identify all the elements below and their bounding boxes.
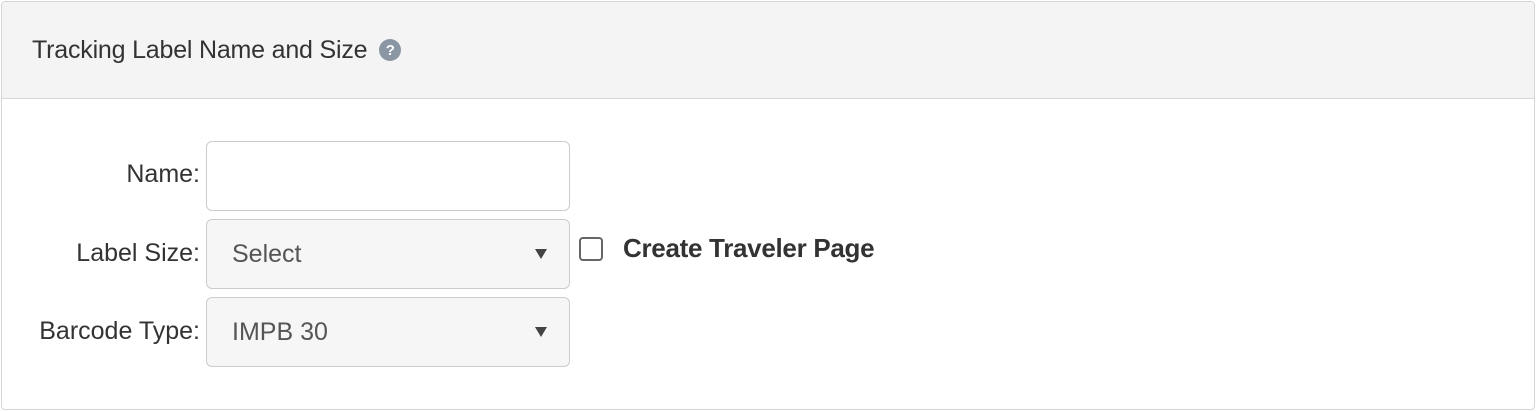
panel-header: Tracking Label Name and Size ? [2, 2, 1534, 99]
label-size-selected-value: Select [232, 239, 302, 268]
chevron-down-icon [535, 249, 547, 259]
create-traveler-page-label[interactable]: Create Traveler Page [623, 233, 875, 264]
barcode-type-select[interactable]: IMPB 30 [206, 297, 570, 367]
create-traveler-page-checkbox[interactable] [579, 237, 603, 261]
name-input[interactable] [206, 141, 570, 211]
question-circle-icon[interactable]: ? [379, 39, 402, 61]
barcode-type-label: Barcode Type: [39, 316, 200, 345]
panel-title: Tracking Label Name and Size [32, 35, 368, 64]
label-size-label: Label Size: [76, 238, 200, 267]
barcode-type-selected-value: IMPB 30 [232, 317, 328, 346]
label-size-select[interactable]: Select [206, 219, 570, 289]
name-label: Name: [126, 159, 200, 188]
chevron-down-icon [535, 327, 547, 337]
